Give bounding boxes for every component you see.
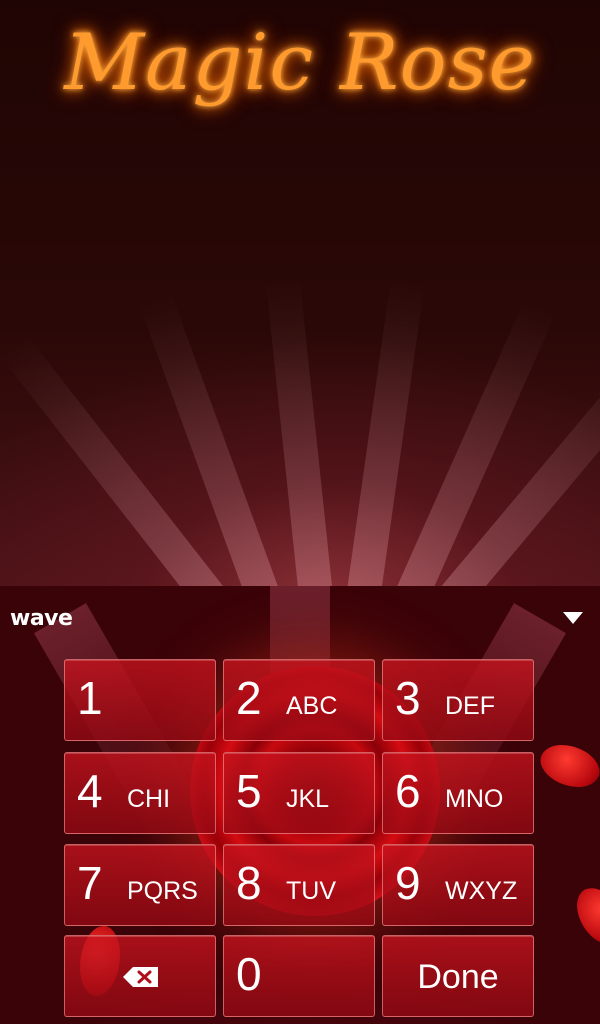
key-letters: CHI	[127, 785, 171, 813]
app-title: Magic Rose	[64, 18, 536, 108]
key-letters: MNO	[445, 785, 504, 813]
backspace-icon	[123, 967, 158, 987]
keyboard-brand-logo: wave	[10, 606, 73, 631]
light-ray	[265, 276, 334, 586]
rose-petal	[534, 733, 600, 799]
light-ray	[345, 276, 425, 586]
key-8[interactable]: 8 TUV	[223, 844, 375, 926]
key-7[interactable]: 7 PQRS	[64, 844, 216, 926]
key-digit: 4	[77, 765, 103, 817]
key-1[interactable]: 1	[64, 659, 216, 741]
key-digit: 1	[77, 672, 103, 724]
key-letters: PQRS	[127, 877, 198, 905]
chevron-down-icon[interactable]	[563, 612, 583, 624]
key-5[interactable]: 5 JKL	[223, 752, 375, 834]
key-digit: 6	[395, 765, 421, 817]
wallpaper-area: Magic Rose	[0, 0, 600, 586]
key-6[interactable]: 6 MNO	[382, 752, 534, 834]
key-letters: WXYZ	[445, 877, 518, 905]
key-digit: 8	[236, 857, 262, 909]
key-digit: 3	[395, 672, 421, 724]
done-label: Done	[417, 958, 499, 996]
keyboard: wave 1 2 ABC 3 DEF 4 CHI 5 JKL 6 MNO 7 P…	[0, 586, 600, 1024]
done-key[interactable]: Done	[382, 935, 534, 1017]
key-letters: JKL	[286, 785, 330, 813]
key-0[interactable]: 0	[223, 935, 375, 1017]
key-digit: 2	[236, 672, 262, 724]
key-3[interactable]: 3 DEF	[382, 659, 534, 741]
key-digit: 5	[236, 765, 262, 817]
key-letters: TUV	[286, 877, 336, 905]
key-2[interactable]: 2 ABC	[223, 659, 375, 741]
key-digit: 0	[236, 948, 262, 1000]
key-9[interactable]: 9 WXYZ	[382, 844, 534, 926]
key-digit: 7	[77, 857, 103, 909]
key-digit: 9	[395, 857, 421, 909]
key-letters: ABC	[286, 692, 338, 720]
key-4[interactable]: 4 CHI	[64, 752, 216, 834]
rose-petal	[570, 880, 600, 952]
key-letters: DEF	[445, 692, 495, 720]
backspace-key[interactable]	[64, 935, 216, 1017]
